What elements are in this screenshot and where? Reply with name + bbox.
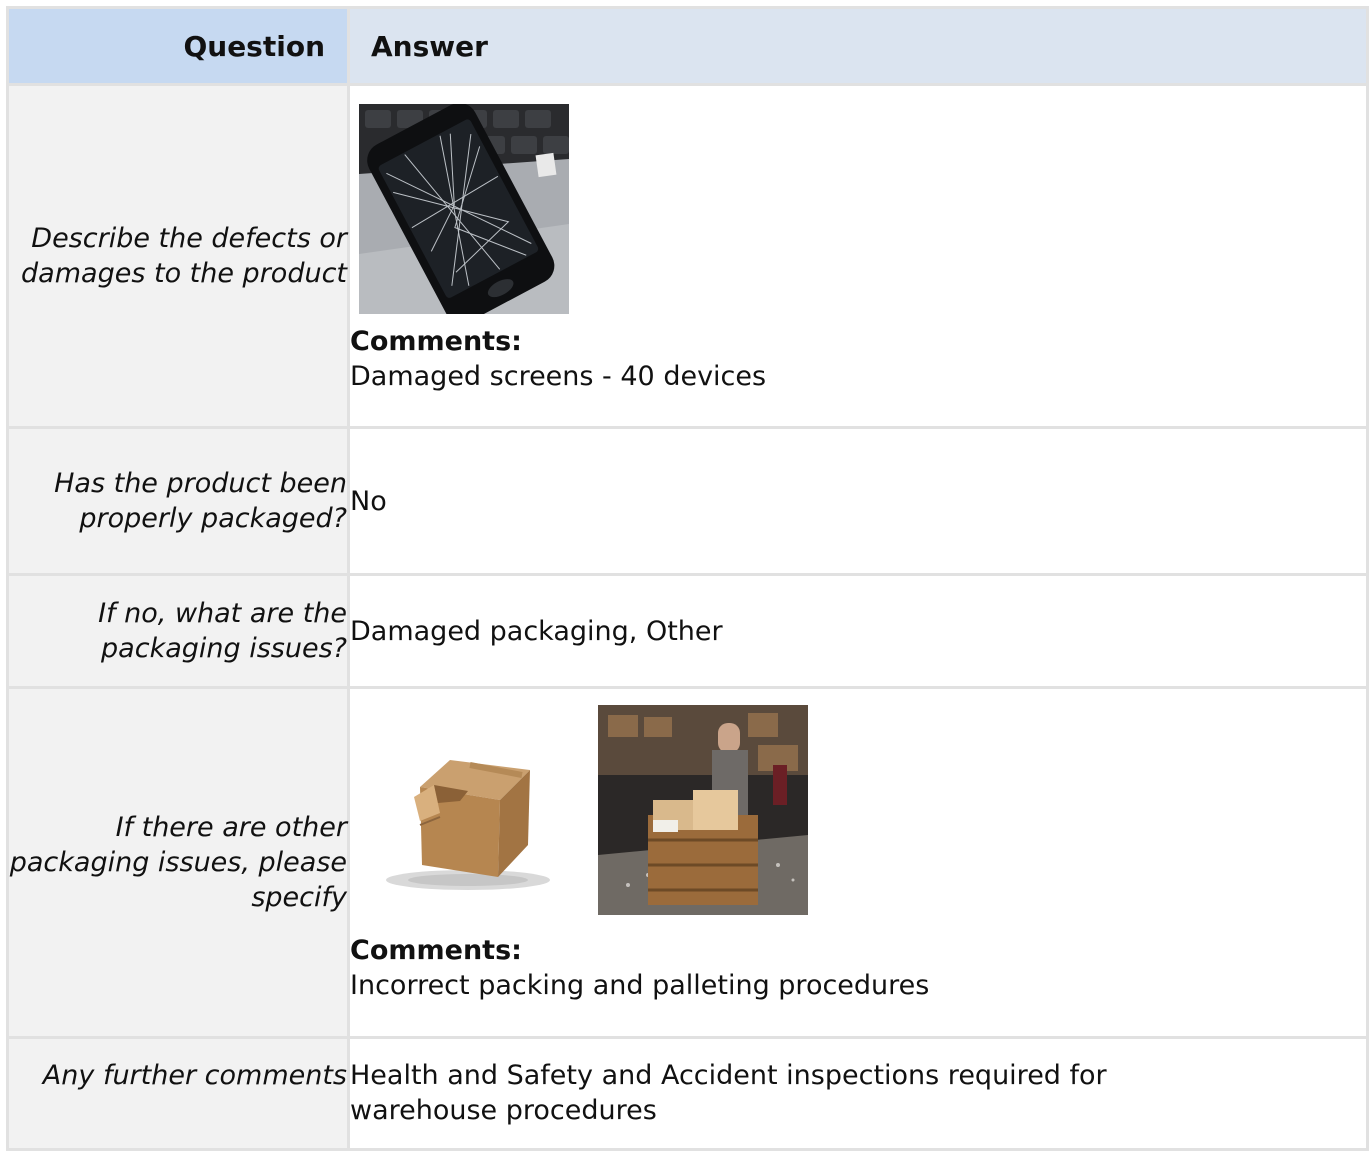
question-answer-table: Question Answer Describe the defects or …	[6, 6, 1369, 1151]
question-cell: Has the product been properly packaged?	[6, 426, 350, 576]
answer-cell: No	[347, 426, 1369, 576]
question-column-header: Question	[6, 6, 350, 86]
table-row: Has the product been properly packaged? …	[6, 426, 1369, 576]
comments-text: Incorrect packing and palleting procedur…	[350, 969, 930, 1001]
question-cell: If no, what are the packaging issues?	[6, 573, 350, 689]
table-header-row: Question Answer	[6, 6, 1369, 86]
answer-cell: Comments: Damaged screens - 40 devices	[347, 83, 1369, 429]
table-row: Describe the defects or damages to the p…	[6, 83, 1369, 429]
table-row: If there are other packaging issues, ple…	[6, 686, 1369, 1039]
answer-cell: Damaged packaging, Other	[347, 573, 1369, 689]
comments-label: Comments:	[350, 934, 522, 966]
table-row: Any further comments Health and Safety a…	[6, 1036, 1369, 1151]
answer-photos	[359, 104, 1366, 314]
answer-column-header: Answer	[347, 6, 1369, 86]
answer-photos	[350, 704, 1366, 915]
damaged-box-photo[interactable]	[350, 704, 560, 915]
question-cell: If there are other packaging issues, ple…	[6, 686, 350, 1039]
inspection-report: Question Answer Describe the defects or …	[0, 0, 1370, 1151]
answer-cell: Comments: Incorrect packing and palletin…	[347, 686, 1369, 1039]
table-row: If no, what are the packaging issues? Da…	[6, 573, 1369, 689]
warehouse-pallet-photo[interactable]	[598, 704, 808, 915]
question-cell: Any further comments	[6, 1036, 350, 1151]
comments-label: Comments:	[350, 326, 522, 357]
comments-text: Damaged screens - 40 devices	[350, 361, 767, 392]
question-cell: Describe the defects or damages to the p…	[6, 83, 350, 429]
broken-phone-photo[interactable]	[359, 104, 569, 314]
answer-cell: Health and Safety and Accident inspectio…	[347, 1036, 1369, 1151]
